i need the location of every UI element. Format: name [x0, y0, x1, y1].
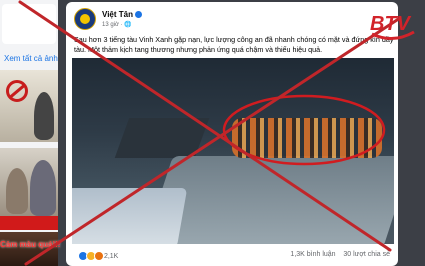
post-photo[interactable] — [72, 58, 394, 244]
verified-badge-icon — [134, 11, 142, 19]
post-caption: Sau hơn 3 tiếng tàu Vinh Xanh gặp nạn, l… — [74, 35, 394, 54]
comments-count[interactable]: 1,3K bình luận — [290, 251, 335, 258]
red-banner — [0, 216, 58, 230]
globe-icon: 🌐 — [124, 22, 132, 28]
post-time[interactable]: 13 giờ — [102, 22, 119, 28]
page-avatar[interactable] — [74, 8, 96, 30]
person-figure — [34, 92, 54, 140]
left-column: Xem tất cả ảnh Cảm màu quá!!! — [0, 0, 61, 266]
see-all-photos-link[interactable]: Xem tất cả ảnh — [4, 54, 58, 63]
post-stats: 1,3K bình luận 30 lượt chia sẻ — [290, 251, 390, 258]
prohibition-icon — [6, 80, 28, 102]
btv-logo: BTV — [366, 10, 420, 42]
facebook-post-card: Việt Tân 13 giờ · 🌐 Sau hơn 3 tiếng tàu … — [66, 2, 398, 266]
post-author[interactable]: Việt Tân — [102, 10, 142, 19]
shares-count[interactable]: 30 lượt chia sẻ — [343, 251, 390, 258]
person-figure — [30, 160, 56, 216]
reactions-count: 2,1K — [103, 252, 119, 260]
author-name: Việt Tân — [102, 10, 133, 19]
post-meta: 13 giờ · 🌐 — [102, 22, 132, 28]
reactions-summary[interactable]: 2,1K — [78, 251, 118, 261]
screenshot-stage: Xem tất cả ảnh Cảm màu quá!!! Việt Tân 1… — [0, 0, 425, 266]
thumbnail-overlay-text: Cảm màu quá!!! — [0, 240, 61, 249]
person-figure — [6, 168, 28, 214]
angry-icon — [94, 251, 104, 261]
left-top-card — [2, 4, 56, 44]
highlight-ellipse — [222, 94, 386, 166]
photo-thumbnail[interactable] — [0, 232, 58, 266]
svg-text:BTV: BTV — [370, 13, 412, 35]
